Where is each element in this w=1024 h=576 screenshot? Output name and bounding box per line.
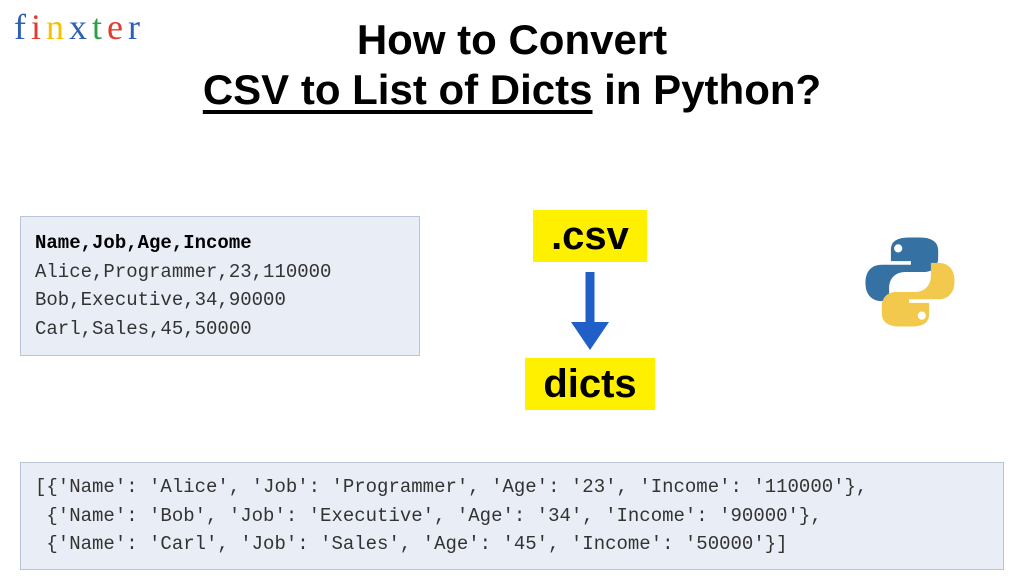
csv-row: Bob,Executive,34,90000: [35, 286, 405, 315]
csv-input-box: Name,Job,Age,Income Alice,Programmer,23,…: [20, 216, 420, 356]
output-box: [{'Name': 'Alice', 'Job': 'Programmer', …: [20, 462, 1004, 570]
title-line2: CSV to List of Dicts in Python?: [0, 66, 1024, 114]
output-line: {'Name': 'Carl', 'Job': 'Sales', 'Age': …: [35, 533, 788, 555]
python-logo-icon: [860, 232, 960, 337]
arrow-down-icon: [565, 270, 615, 350]
dicts-badge: dicts: [525, 358, 654, 410]
title-underline: CSV to List of Dicts: [203, 66, 593, 113]
output-line: [{'Name': 'Alice', 'Job': 'Programmer', …: [35, 476, 867, 498]
csv-header: Name,Job,Age,Income: [35, 229, 405, 258]
csv-row: Alice,Programmer,23,110000: [35, 258, 405, 287]
csv-row: Carl,Sales,45,50000: [35, 315, 405, 344]
page-title: How to Convert CSV to List of Dicts in P…: [0, 16, 1024, 114]
flow-diagram: .csv dicts: [500, 210, 680, 410]
csv-badge: .csv: [533, 210, 647, 262]
output-line: {'Name': 'Bob', 'Job': 'Executive', 'Age…: [35, 505, 822, 527]
title-rest: in Python?: [593, 66, 822, 113]
title-line1: How to Convert: [0, 16, 1024, 64]
